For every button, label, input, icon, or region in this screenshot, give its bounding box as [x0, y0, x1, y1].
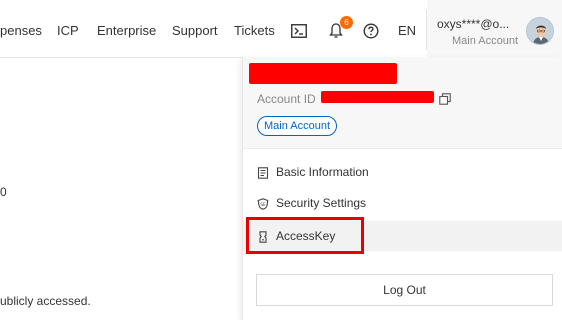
- logout-button[interactable]: Log Out: [256, 274, 553, 306]
- nav-tickets[interactable]: Tickets: [234, 23, 275, 38]
- nav-support[interactable]: Support: [172, 23, 218, 38]
- menu-security-settings[interactable]: SE Security Settings: [243, 188, 562, 218]
- language-switch[interactable]: EN: [398, 23, 416, 38]
- nav-licenses[interactable]: penses: [0, 23, 42, 38]
- account-email: oxys****@o...: [437, 17, 510, 31]
- redacted-account-name: [249, 63, 397, 84]
- svg-text:SE: SE: [260, 202, 266, 207]
- redacted-account-id: [321, 91, 434, 103]
- menu-basic-information[interactable]: Basic Information: [243, 157, 562, 187]
- nav-enterprise[interactable]: Enterprise: [97, 23, 156, 38]
- key-icon: [257, 230, 269, 243]
- account-menu-trigger[interactable]: oxys****@o... Main Account: [427, 0, 562, 58]
- menu-item-label: AccessKey: [276, 229, 336, 243]
- nav-icp[interactable]: ICP: [57, 23, 79, 38]
- account-id-label: Account ID: [257, 92, 316, 106]
- main-account-pill: Main Account: [257, 116, 338, 136]
- notification-badge: 6: [340, 16, 353, 29]
- avatar[interactable]: [526, 17, 554, 45]
- help-icon[interactable]: [362, 22, 380, 40]
- top-header: penses ICP Enterprise Support Tickets 6 …: [0, 0, 562, 58]
- menu-accesskey[interactable]: AccessKey: [243, 221, 562, 251]
- account-dropdown: Account ID Main Account Basic Informatio…: [242, 57, 562, 320]
- background-text-fragment: 0: [0, 185, 7, 199]
- menu-item-label: Security Settings: [276, 196, 367, 210]
- menu-item-label: Basic Information: [276, 165, 369, 179]
- account-summary: Account ID Main Account: [243, 57, 562, 149]
- document-icon: [257, 166, 269, 179]
- terminal-icon[interactable]: [290, 22, 308, 40]
- account-role: Main Account: [452, 35, 519, 47]
- copy-icon[interactable]: [439, 92, 451, 105]
- shield-icon: SE: [257, 197, 269, 210]
- background-text-fragment: ublicly accessed.: [0, 294, 91, 308]
